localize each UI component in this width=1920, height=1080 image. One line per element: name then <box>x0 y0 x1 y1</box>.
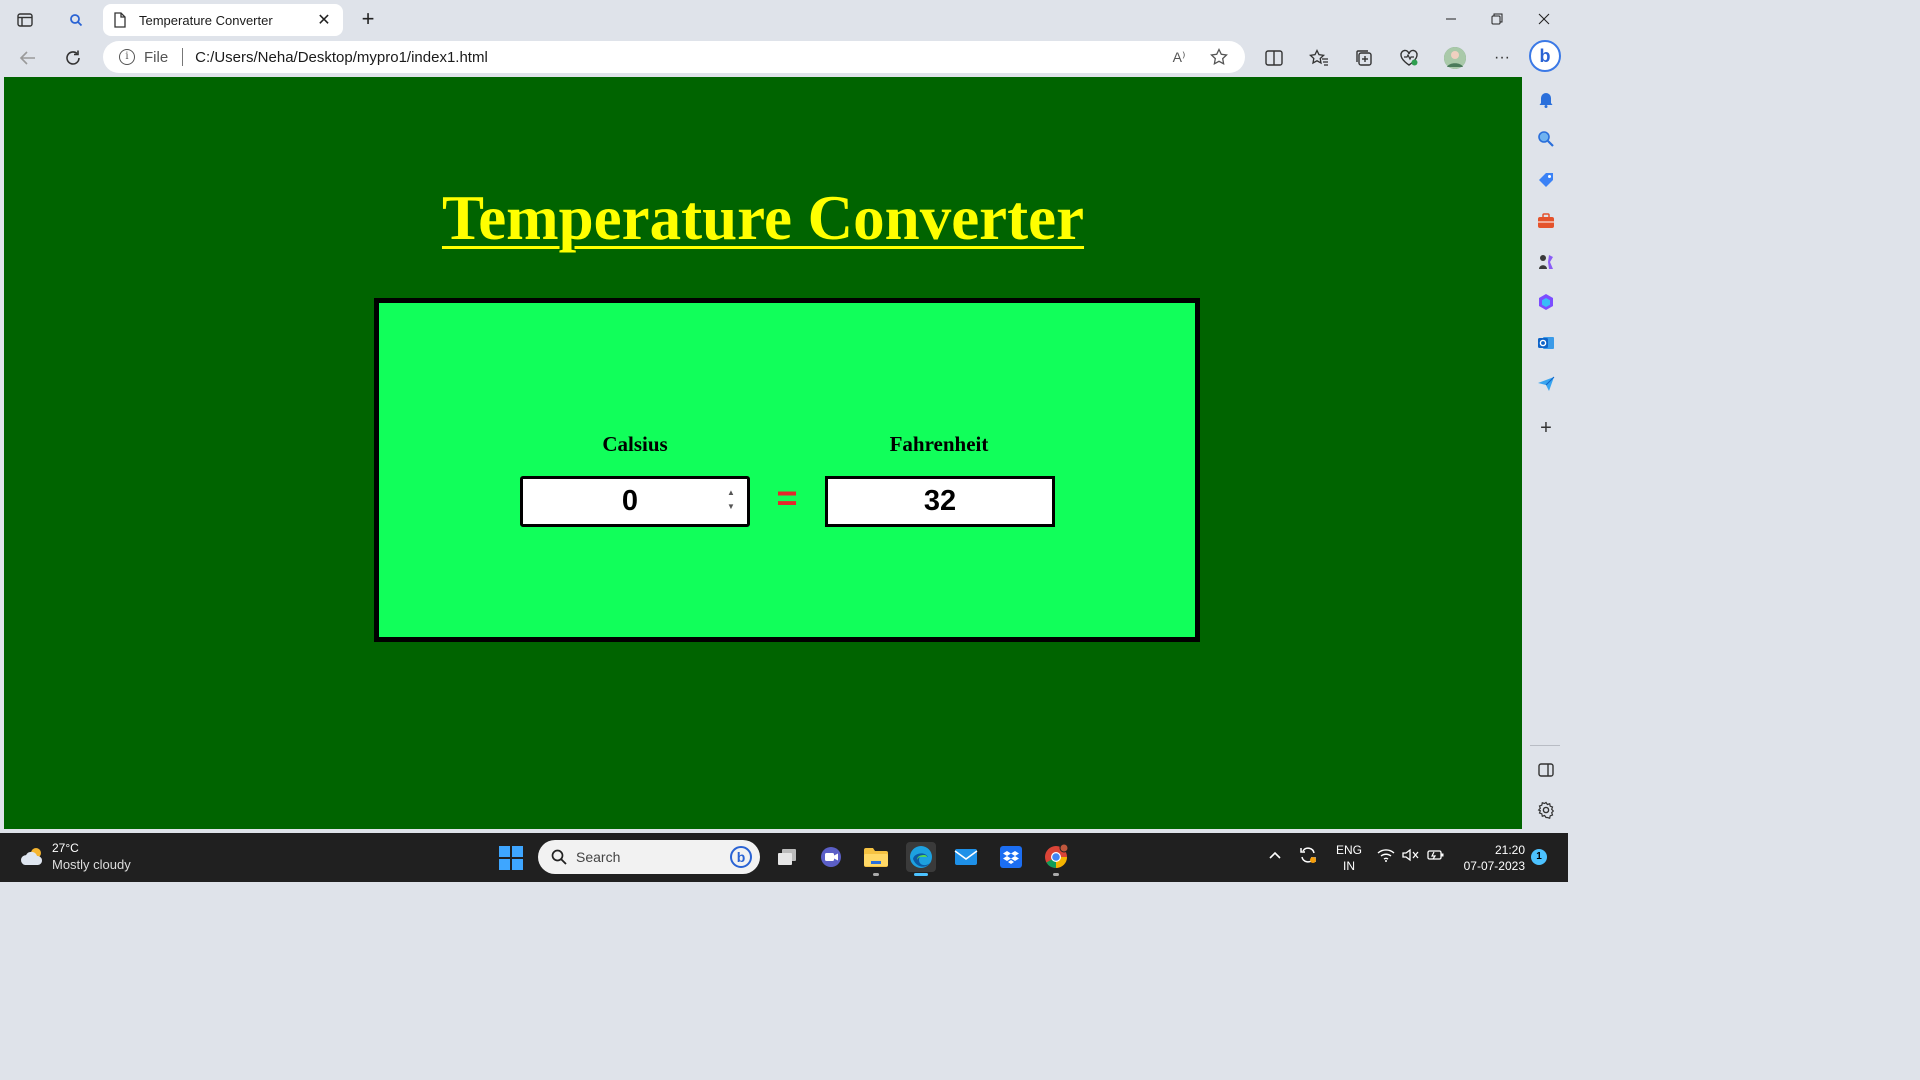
equals-sign: = <box>776 477 798 518</box>
page-viewport: Temperature Converter Calsius Fahrenheit… <box>4 77 1522 829</box>
split-screen-icon[interactable] <box>1262 46 1286 70</box>
close-window-icon[interactable] <box>1521 6 1567 32</box>
mail-icon[interactable] <box>951 842 981 872</box>
task-view-icon[interactable] <box>772 842 802 872</box>
teams-chat-icon[interactable] <box>816 842 846 872</box>
sidebar-settings-icon[interactable] <box>1536 800 1556 820</box>
address-bar[interactable]: i File C:/Users/Neha/Desktop/mypro1/inde… <box>103 41 1245 73</box>
minimize-icon[interactable] <box>1428 6 1474 32</box>
number-spinner[interactable]: ▲ ▼ <box>726 489 736 511</box>
copilot-icon[interactable]: b <box>1529 40 1561 72</box>
tab-bar: Temperature Converter ✕ + <box>0 0 1568 40</box>
address-row: i File C:/Users/Neha/Desktop/mypro1/inde… <box>0 40 1568 76</box>
shopping-icon[interactable] <box>1536 170 1556 190</box>
running-indicator <box>914 873 928 876</box>
add-sidebar-app-icon[interactable]: + <box>1536 417 1556 439</box>
favorite-star-icon[interactable] <box>1208 47 1230 67</box>
running-indicator <box>1053 873 1059 876</box>
weather-temperature[interactable]: 27°C <box>52 841 79 855</box>
notification-badge[interactable]: 1 <box>1531 849 1547 865</box>
browser-essentials-icon[interactable] <box>1397 46 1421 70</box>
weather-cloud-icon[interactable] <box>20 845 46 867</box>
page-icon <box>113 12 127 28</box>
taskbar-search[interactable]: Search b <box>538 840 760 874</box>
chrome-icon[interactable] <box>1041 842 1071 876</box>
tab-active[interactable]: Temperature Converter ✕ <box>103 4 343 36</box>
show-hidden-icons-icon[interactable] <box>1268 847 1282 863</box>
sidebar-divider <box>1530 745 1560 746</box>
microsoft-365-icon[interactable] <box>1536 292 1556 312</box>
tab-actions-icon[interactable] <box>11 8 39 32</box>
info-icon[interactable]: i <box>119 49 135 65</box>
celsius-input[interactable]: 0 ▲ ▼ <box>520 476 750 527</box>
avatar <box>1444 47 1466 69</box>
outlook-icon[interactable] <box>1536 333 1556 353</box>
edge-icon[interactable] <box>906 842 936 876</box>
spin-down-icon[interactable]: ▼ <box>727 503 735 511</box>
drop-icon[interactable] <box>1536 374 1556 394</box>
file-explorer-icon[interactable] <box>861 842 891 876</box>
converter-card: Calsius Fahrenheit 0 ▲ ▼ = 32 <box>374 298 1200 642</box>
more-options-icon[interactable]: ··· <box>1490 46 1514 70</box>
dropbox-icon[interactable] <box>996 842 1026 872</box>
celsius-label: Calsius <box>602 432 668 456</box>
read-aloud-icon[interactable]: A⁾ <box>1168 47 1190 67</box>
fahrenheit-value: 32 <box>923 485 957 517</box>
search-icon[interactable] <box>1536 129 1556 149</box>
search-icon <box>550 848 568 866</box>
taskbar: 27°C Mostly cloudy Search b ENG IN 21:20… <box>0 833 1568 882</box>
scheme-label: File <box>144 48 169 66</box>
spin-up-icon[interactable]: ▲ <box>727 489 735 497</box>
page-title: Temperature Converter <box>441 183 1085 253</box>
language-indicator[interactable]: ENG IN <box>1333 842 1365 874</box>
bing-icon[interactable]: b <box>730 846 752 868</box>
hide-sidebar-icon[interactable] <box>1536 760 1556 780</box>
running-indicator <box>873 873 879 876</box>
new-tab-icon[interactable]: + <box>356 8 380 32</box>
start-windows-icon[interactable] <box>499 846 523 870</box>
fahrenheit-label: Fahrenheit <box>889 432 989 456</box>
heading-wrap: Temperature Converter <box>4 182 1522 255</box>
clock-time: 21:20 <box>1494 843 1525 857</box>
language-code: ENG <box>1335 843 1362 857</box>
clock[interactable]: 21:20 07-07-2023 <box>1455 842 1525 874</box>
celsius-value: 0 <box>621 485 639 517</box>
edge-sidebar: + <box>1524 77 1568 830</box>
notifications-icon[interactable] <box>1536 89 1556 109</box>
wifi-icon[interactable] <box>1377 848 1395 865</box>
collections-icon[interactable] <box>1352 46 1376 70</box>
region-code: IN <box>1343 859 1355 873</box>
restore-icon[interactable] <box>1474 6 1520 32</box>
favorites-icon[interactable] <box>1307 46 1331 70</box>
weather-description[interactable]: Mostly cloudy <box>52 857 131 872</box>
sync-icon[interactable] <box>1298 845 1318 868</box>
volume-muted-icon[interactable] <box>1402 848 1420 865</box>
battery-icon[interactable] <box>1427 848 1445 865</box>
tab-title: Temperature Converter <box>139 12 273 28</box>
search-tabs-icon[interactable] <box>62 8 90 32</box>
refresh-icon[interactable] <box>59 44 87 72</box>
back-icon[interactable] <box>14 44 42 72</box>
clock-date: 07-07-2023 <box>1463 859 1525 873</box>
address-separator <box>182 48 184 66</box>
tools-icon[interactable] <box>1536 211 1556 231</box>
url-text[interactable]: C:/Users/Neha/Desktop/mypro1/index1.html <box>195 49 488 66</box>
fahrenheit-input[interactable]: 32 <box>825 476 1055 527</box>
games-icon[interactable] <box>1536 252 1556 272</box>
search-placeholder: Search <box>576 849 621 865</box>
close-tab-icon[interactable]: ✕ <box>315 10 333 30</box>
profile-avatar[interactable] <box>1443 46 1467 70</box>
